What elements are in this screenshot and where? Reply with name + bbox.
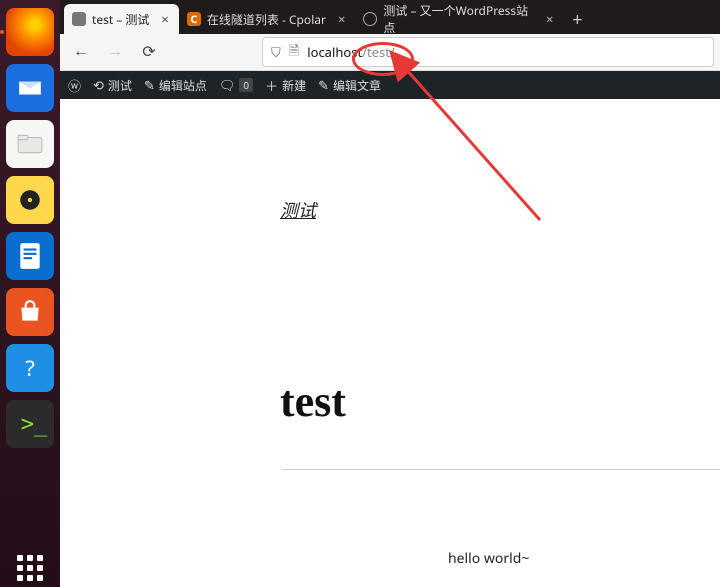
globe-icon [72, 12, 86, 26]
dock-app-firefox[interactable] [6, 8, 54, 56]
tab-1[interactable]: C 在线隧道列表 - Cpolar × [179, 4, 356, 34]
tab-label: 测试 – 又一个WordPress站点 [383, 2, 534, 36]
wp-logo[interactable]: ⓦ [68, 76, 81, 95]
wp-edit-post[interactable]: ✎编辑文章 [318, 76, 381, 94]
tab-2[interactable]: 测试 – 又一个WordPress站点 × [355, 4, 563, 34]
dock-app-terminal[interactable]: >_ [6, 400, 54, 448]
wp-customize[interactable]: ✎编辑站点 [144, 76, 207, 94]
dock-app-thunderbird[interactable] [6, 64, 54, 112]
browser-window: test – 测试 × C 在线隧道列表 - Cpolar × 测试 – 又一个… [60, 0, 720, 587]
wordpress-icon [363, 12, 377, 26]
dock-app-help[interactable]: ? [6, 344, 54, 392]
cpolar-icon: C [187, 12, 201, 26]
wp-new[interactable]: ＋新建 [265, 76, 306, 95]
tab-0[interactable]: test – 测试 × [64, 4, 179, 34]
url-text: localhost/test/ [307, 43, 395, 61]
dock-apps-button[interactable] [0, 555, 60, 581]
tab-strip: test – 测试 × C 在线隧道列表 - Cpolar × 测试 – 又一个… [60, 0, 720, 34]
divider [282, 469, 720, 470]
new-tab-button[interactable]: + [563, 6, 591, 34]
dock-app-rhythmbox[interactable] [6, 176, 54, 224]
page-info-icon[interactable]: 🗎 [289, 41, 299, 64]
tab-close-icon[interactable]: × [546, 10, 553, 28]
page-content: 测试 test hello world~ [60, 99, 720, 587]
ubuntu-dock: ? >_ [0, 0, 60, 587]
dock-app-software[interactable] [6, 288, 54, 336]
tab-label: test – 测试 [92, 11, 149, 28]
site-title-link[interactable]: 测试 [280, 197, 316, 223]
browser-toolbar: ← → ⟳ ⛉ 🗎 localhost/test/ [60, 34, 720, 71]
shield-icon: ⛉ [271, 43, 281, 61]
back-button[interactable]: ← [66, 37, 96, 67]
tab-label: 在线隧道列表 - Cpolar [207, 11, 326, 28]
post-body: hello world~ [448, 549, 529, 568]
dock-app-files[interactable] [6, 120, 54, 168]
reload-button[interactable]: ⟳ [134, 37, 164, 67]
post-title: test [280, 376, 346, 427]
wp-admin-bar: ⓦ ⟲测试 ✎编辑站点 🗨0 ＋新建 ✎编辑文章 [60, 71, 720, 99]
wp-comments[interactable]: 🗨0 [219, 76, 253, 94]
url-bar[interactable]: ⛉ 🗎 localhost/test/ [262, 37, 714, 67]
tab-close-icon[interactable]: × [161, 10, 168, 28]
wp-dashboard[interactable]: ⟲测试 [93, 76, 132, 94]
forward-button: → [100, 37, 130, 67]
tab-close-icon[interactable]: × [338, 10, 345, 28]
dock-app-libreoffice[interactable] [6, 232, 54, 280]
